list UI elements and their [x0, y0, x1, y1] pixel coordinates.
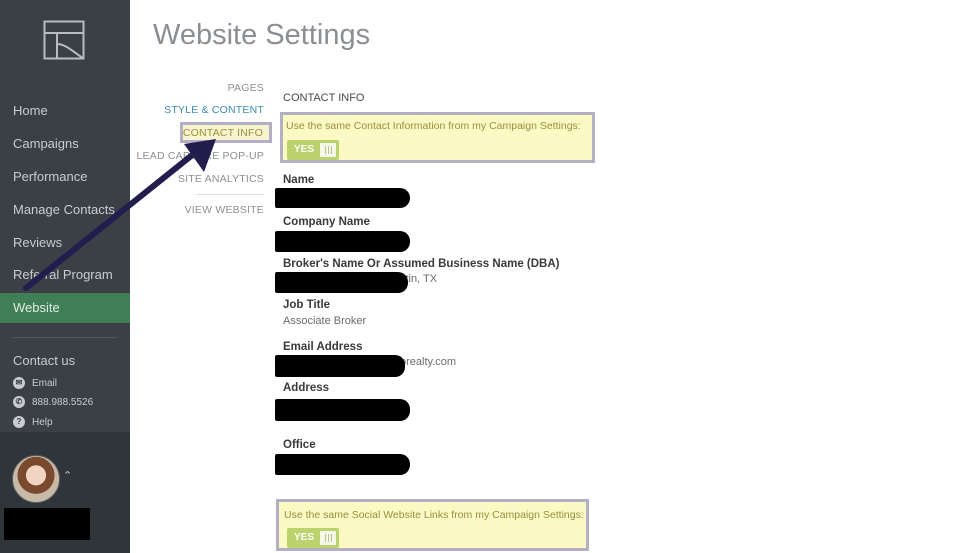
toggle-label: YES [294, 144, 315, 155]
redacted-user-name [4, 508, 90, 540]
same-contact-box: Use the same Contact Information from my… [280, 112, 595, 163]
contact-email-label: Email [32, 377, 58, 389]
redacted-company-value [275, 231, 410, 252]
redacted-office-value [275, 454, 410, 475]
toggle-label: YES [294, 532, 315, 543]
page-title: Website Settings [153, 19, 371, 51]
office-label: Office [283, 439, 316, 451]
same-contact-question: Use the same Contact Information from my… [286, 120, 581, 132]
section-title: CONTACT INFO [283, 92, 365, 104]
subnav-style-content[interactable]: STYLE & CONTENT [164, 104, 264, 116]
subnav-site-analytics[interactable]: SITE ANALYTICS [178, 173, 264, 185]
nav-website[interactable]: Website [0, 293, 130, 323]
contact-help-label: Help [32, 416, 53, 428]
subnav-view-website[interactable]: VIEW WEBSITE [185, 204, 264, 216]
redacted-name-value [275, 188, 410, 208]
same-social-question: Use the same Social Website Links from m… [284, 509, 584, 521]
help-icon: ? [13, 416, 25, 428]
name-label: Name [283, 174, 315, 186]
annotation-arrow [23, 139, 216, 291]
contact-help-link[interactable]: ? Help [13, 416, 53, 428]
nav-reviews[interactable]: Reviews [0, 228, 130, 258]
nav-referral-program[interactable]: Referral Program [0, 260, 130, 290]
contact-email-link[interactable]: ✉ Email [13, 377, 57, 389]
phone-icon: ✆ [13, 396, 25, 408]
nav-campaigns[interactable]: Campaigns [0, 129, 130, 159]
same-social-toggle[interactable]: YES [287, 528, 339, 548]
subnav-divider [196, 194, 264, 195]
toggle-knob [320, 531, 336, 545]
broker-label: Broker's Name Or Assumed Business Name (… [283, 258, 560, 270]
subnav-pages[interactable]: PAGES [228, 82, 264, 94]
email-icon: ✉ [13, 377, 25, 389]
company-label: Company Name [283, 216, 370, 228]
redacted-broker-value [275, 272, 408, 293]
redacted-email-value [275, 355, 405, 377]
logo-icon[interactable] [43, 20, 85, 60]
nav-performance[interactable]: Performance [0, 162, 130, 192]
email-label: Email Address [283, 341, 363, 353]
job-title-value: Associate Broker [283, 315, 367, 327]
redacted-address-value [275, 399, 410, 421]
contact-us-title: Contact us [13, 353, 76, 368]
same-contact-toggle[interactable]: YES [287, 140, 339, 160]
chevron-up-icon[interactable]: ⌃ [63, 469, 72, 482]
address-label: Address [283, 382, 330, 394]
sidebar-divider [13, 337, 117, 338]
contact-phone-label: 888.988.5526 [32, 396, 94, 408]
subnav-lead-capture[interactable]: LEAD CAPTURE POP-UP [137, 150, 265, 162]
avatar[interactable] [12, 455, 60, 503]
contact-phone-link[interactable]: ✆ 888.988.5526 [13, 396, 93, 408]
toggle-knob [320, 143, 336, 157]
subnav-contact-info[interactable]: CONTACT INFO [183, 127, 263, 139]
job-title-label: Job Title [283, 299, 331, 311]
email-value-partial: orealty.com [400, 356, 457, 368]
nav-home[interactable]: Home [0, 96, 130, 126]
nav-manage-contacts[interactable]: Manage Contacts [0, 195, 130, 225]
same-social-box: Use the same Social Website Links from m… [276, 499, 589, 551]
